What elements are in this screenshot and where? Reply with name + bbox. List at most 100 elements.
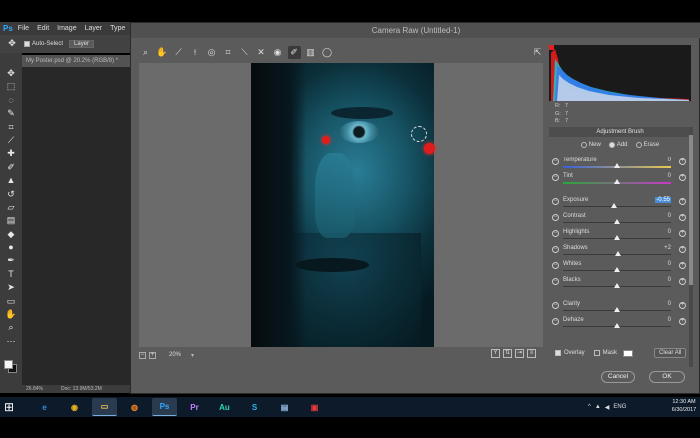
highlights-value-field[interactable]: 0 (657, 229, 671, 235)
contrast-increase-button[interactable]: + (679, 214, 686, 221)
healing-tool-icon[interactable]: ✚ (5, 147, 17, 159)
internet-explorer-icon[interactable]: e (32, 398, 57, 416)
shadows-value-field[interactable]: +2 (657, 245, 671, 251)
adjustment-scroll-thumb[interactable] (689, 135, 693, 285)
dehaze-slider-thumb[interactable] (614, 323, 620, 328)
zoom-tool-icon[interactable]: ⌕ (5, 321, 17, 333)
network-drive-icon[interactable]: ▤ (272, 398, 297, 416)
hand-tool-icon[interactable]: ✋ (5, 308, 17, 320)
fullscreen-toggle-icon[interactable]: ⇱ (531, 46, 544, 59)
temperature-decrease-button[interactable]: − (552, 158, 559, 165)
clarity-slider-thumb[interactable] (614, 307, 620, 312)
mode-add-radio[interactable] (608, 142, 615, 148)
copy-settings-icon[interactable]: ⇥ (515, 349, 524, 358)
shadows-increase-button[interactable]: + (679, 246, 686, 253)
red-app-icon[interactable]: ▣ (302, 398, 327, 416)
crop-tool-icon[interactable]: ⌗ (222, 46, 235, 59)
contrast-value-field[interactable]: 0 (657, 213, 671, 219)
exposure-value-field[interactable]: -0.55 (655, 197, 671, 203)
highlights-slider-thumb[interactable] (614, 235, 620, 240)
firefox-icon[interactable]: ◍ (122, 398, 147, 416)
preferences-icon[interactable]: ≡ (527, 349, 536, 358)
volume-icon[interactable]: ◀ (605, 404, 610, 411)
contrast-decrease-button[interactable]: − (552, 214, 559, 221)
graduated-filter-tool-icon[interactable]: ▥ (304, 46, 317, 59)
menu-image[interactable]: Image (57, 25, 76, 32)
temperature-value-field[interactable]: 0 (657, 157, 671, 163)
history-brush-tool-icon[interactable]: ↺ (5, 188, 17, 200)
tint-increase-button[interactable]: + (679, 174, 686, 181)
menu-layer[interactable]: Layer (85, 25, 103, 32)
quick-select-tool-icon[interactable]: ✎ (5, 107, 17, 119)
menu-file[interactable]: File (18, 25, 29, 32)
audition-icon[interactable]: Au (212, 398, 237, 416)
shape-tool-icon[interactable]: ▭ (5, 295, 17, 307)
dodge-tool-icon[interactable]: ● (5, 241, 17, 253)
highlights-decrease-button[interactable]: − (552, 230, 559, 237)
exposure-slider-thumb[interactable] (610, 203, 617, 208)
auto-select-box[interactable] (24, 41, 30, 47)
document-tab[interactable]: My Poster.psd @ 20.2% (RGB/8) * (22, 55, 130, 67)
path-select-tool-icon[interactable]: ➤ (5, 281, 17, 293)
whites-decrease-button[interactable]: − (552, 262, 559, 269)
tray-chevron-icon[interactable]: ^ (588, 404, 591, 410)
clarity-value-field[interactable]: 0 (657, 301, 671, 307)
file-explorer-icon[interactable]: ▭ (92, 398, 117, 416)
cancel-button[interactable]: Cancel (601, 371, 635, 383)
input-language[interactable]: ENG (613, 404, 626, 410)
temperature-slider-thumb[interactable] (614, 163, 620, 168)
adjustment-brush-tool-icon[interactable]: ✐ (287, 46, 301, 59)
radial-filter-tool-icon[interactable]: ◯ (321, 46, 334, 59)
marquee-tool-icon[interactable]: ⬚ (5, 80, 17, 92)
status-zoom[interactable]: 26.84% (26, 386, 43, 392)
whites-value-field[interactable]: 0 (657, 261, 671, 267)
portrait-photo[interactable] (251, 63, 434, 347)
zoom-level[interactable]: 20% (169, 352, 181, 358)
gradient-tool-icon[interactable]: ▤ (5, 214, 17, 226)
mask-color-swatch[interactable] (623, 349, 634, 357)
menu-type[interactable]: Type (110, 25, 125, 32)
zoom-out-button[interactable]: − (139, 351, 146, 359)
chrome-icon[interactable]: ◉ (62, 398, 87, 416)
eraser-tool-icon[interactable]: ▱ (5, 201, 17, 213)
crop-tool-icon[interactable]: ⌗ (5, 121, 17, 133)
white-balance-tool-icon[interactable]: ⟋ (172, 46, 185, 59)
image-preview[interactable] (139, 63, 543, 347)
adjustment-scrollbar[interactable] (689, 127, 693, 367)
foreground-color-swatch[interactable] (4, 360, 13, 369)
mode-erase-radio[interactable] (635, 142, 642, 148)
auto-select-checkbox[interactable]: Auto-Select (24, 41, 63, 47)
exposure-slider-track[interactable] (563, 206, 671, 207)
exposure-decrease-button[interactable]: − (552, 198, 559, 205)
clear-all-button[interactable]: Clear All (654, 348, 687, 358)
red-eye-tool-icon[interactable]: ◉ (271, 46, 284, 59)
brush-tool-icon[interactable]: ✐ (5, 161, 17, 173)
straighten-tool-icon[interactable]: ⟍ (238, 46, 251, 59)
whites-increase-button[interactable]: + (679, 262, 686, 269)
hand-tool-icon[interactable]: ✋ (156, 46, 169, 59)
blacks-value-field[interactable]: 0 (657, 277, 671, 283)
clarity-increase-button[interactable]: + (679, 302, 686, 309)
zoom-tool-icon[interactable]: ⌕ (139, 46, 152, 59)
blacks-slider-thumb[interactable] (614, 283, 620, 288)
skype-icon[interactable]: S (242, 398, 267, 416)
dehaze-decrease-button[interactable]: − (552, 318, 559, 325)
blur-tool-icon[interactable]: ◆ (5, 228, 17, 240)
before-after-icon[interactable]: Y (491, 349, 500, 358)
dehaze-increase-button[interactable]: + (679, 318, 686, 325)
tint-value-field[interactable]: 0 (657, 173, 671, 179)
mode-add[interactable]: Add (608, 142, 628, 148)
move-tool-icon[interactable]: ✥ (5, 67, 17, 79)
whites-slider-thumb[interactable] (614, 267, 620, 272)
move-tool-icon[interactable]: ✥ (6, 37, 18, 49)
blacks-increase-button[interactable]: + (679, 278, 686, 285)
photoshop-icon[interactable]: Ps (152, 398, 177, 416)
tint-slider-thumb[interactable] (614, 179, 620, 184)
type-tool-icon[interactable]: T (5, 268, 17, 280)
mode-new-radio[interactable] (580, 142, 587, 148)
swap-view-icon[interactable]: ⇅ (503, 349, 512, 358)
lasso-tool-icon[interactable]: ◌ (5, 94, 17, 106)
zoom-dropdown-icon[interactable]: ▾ (191, 352, 194, 359)
ok-button[interactable]: OK (649, 371, 685, 383)
dehaze-value-field[interactable]: 0 (657, 317, 671, 323)
